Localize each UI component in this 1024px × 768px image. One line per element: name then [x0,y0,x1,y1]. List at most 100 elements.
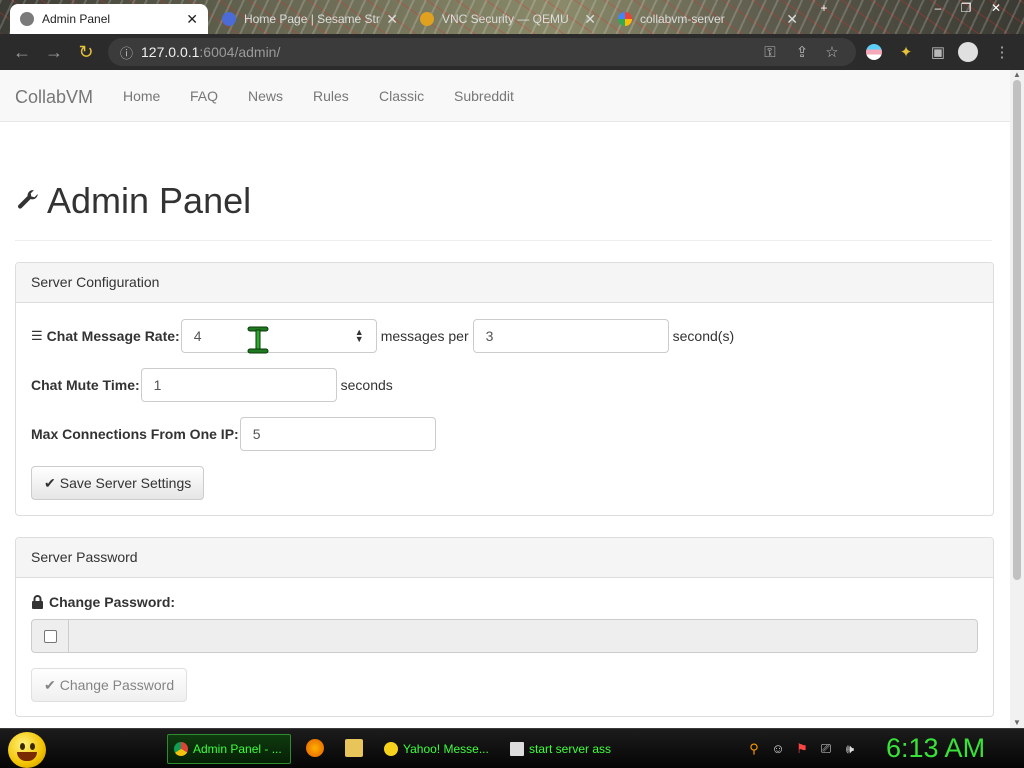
mute-suffix-label: seconds [340,377,393,393]
taskbar-item-start-server[interactable]: start server ass [504,734,628,764]
back-arrow-icon[interactable]: ← [6,36,38,68]
minimize-icon[interactable]: – [924,0,952,18]
extension-flag-icon[interactable] [864,42,884,62]
taskbar-item-yahoo-messenger[interactable]: Yahoo! Messe... [378,734,498,764]
mute-time-value: 1 [153,377,162,393]
chat-rate-row: ☰ Chat Message Rate: 4 ▲ ▼ messages per 3… [31,319,734,353]
nav-classic[interactable]: Classic [379,88,424,104]
console-window-icon [510,742,524,756]
taskbar-clock[interactable]: 6:13 AM [886,733,985,764]
mute-time-row: Chat Mute Time: 1 seconds [31,368,393,402]
volume-icon[interactable]: 🕪 [842,741,858,757]
tab-vnc-security[interactable]: VNC Security — QEMU ✕ [410,4,606,34]
checkmark-icon: ✔ [44,474,56,491]
sesame-favicon-icon [222,12,236,26]
max-connections-label: Max Connections From One IP: [31,426,239,442]
menu-dots-icon[interactable]: ⋮ [992,42,1012,62]
close-icon[interactable]: ✕ [380,11,398,28]
tab-title: VNC Security — QEMU [442,12,569,26]
folder-icon[interactable] [345,739,363,757]
site-brand[interactable]: CollabVM [15,87,93,108]
save-server-settings-button[interactable]: ✔ Save Server Settings [31,466,205,500]
yahoo-messenger-icon [384,742,398,756]
enable-password-checkbox[interactable] [43,629,57,643]
tab-title: collabvm-server [640,12,725,26]
close-icon[interactable]: ✕ [578,11,596,28]
chat-rate-input[interactable]: 4 ▲ ▼ [180,319,377,353]
url-host: 127.0.0.1 [141,44,200,60]
list-icon: ☰ [31,328,43,343]
nav-faq[interactable]: FAQ [190,88,218,104]
google-icon [618,12,632,26]
key-icon[interactable]: ⚿ [760,42,780,62]
new-tab-button[interactable]: + [810,0,838,18]
taskbar: Admin Panel - ... Yahoo! Messe... start … [0,728,1024,768]
seconds-suffix-label: second(s) [672,328,735,344]
url-path: :6004/admin/ [199,44,281,60]
nav-news[interactable]: News [248,88,283,104]
network-icon[interactable]: ⎚ [818,741,834,757]
change-password-button[interactable]: ✔ Change Password [31,668,188,702]
panel-heading: Server Configuration [16,263,993,303]
page-heading: Admin Panel [15,180,251,222]
forward-arrow-icon[interactable]: → [38,36,70,68]
change-password-label: Change Password: [49,594,176,610]
nav-subreddit[interactable]: Subreddit [454,88,514,104]
lock-icon [32,595,43,609]
divider [15,240,992,241]
profile-avatar-icon[interactable] [958,42,978,62]
reload-icon[interactable]: ↻ [70,36,102,68]
chat-rate-label: Chat Message Rate: [46,328,180,344]
messages-per-label: messages per [380,328,469,344]
password-field[interactable] [69,619,978,653]
start-smiley-icon[interactable] [8,732,46,768]
smiley-eye [30,743,35,750]
nav-rules[interactable]: Rules [313,88,349,104]
info-icon[interactable]: ⓘ [120,43,133,62]
tab-collabvm-server[interactable]: collabvm-server ✕ [608,4,808,34]
password-input-group [31,619,978,653]
bookmark-star-icon[interactable]: ☆ [822,42,842,62]
text-cursor-icon [247,326,269,354]
tab-admin-panel[interactable]: Admin Panel ✕ [10,4,208,34]
restore-icon[interactable]: ❐ [952,0,980,18]
server-config-panel: Server Configuration ☰ Chat Message Rate… [15,262,994,516]
taskbar-item-label: Yahoo! Messe... [403,742,489,756]
window-close-icon[interactable]: ✕ [982,0,1010,18]
taskbar-item-admin-panel[interactable]: Admin Panel - ... [167,734,291,764]
address-bar[interactable]: ⓘ 127.0.0.1:6004/admin/ ⚿ ⇪ ☆ [108,38,856,66]
scroll-down-icon[interactable]: ▼ [1010,718,1024,728]
chat-rate-value: 4 [193,328,202,344]
extensions-puzzle-icon[interactable]: ✦ [896,42,916,62]
number-spinner-icon[interactable]: ▲ ▼ [355,328,364,344]
close-icon[interactable]: ✕ [180,11,198,28]
mute-time-label: Chat Mute Time: [31,377,140,393]
scroll-up-icon[interactable]: ▲ [1010,70,1024,80]
close-icon[interactable]: ✕ [780,11,798,28]
taskbar-item-label: start server ass [529,742,612,756]
site-navbar: CollabVM Home FAQ News Rules Classic Sub… [0,70,1010,122]
change-password-button-label: Change Password [59,677,175,693]
side-panel-icon[interactable]: ▣ [928,42,948,62]
firefox-icon[interactable] [306,739,324,757]
messenger-tray-icon[interactable]: ☺ [770,741,786,757]
share-icon[interactable]: ⇪ [792,42,812,62]
smiley-eye [20,743,25,750]
tab-sesame-street[interactable]: Home Page | Sesame Str ✕ [212,4,408,34]
scrollbar-thumb[interactable] [1013,80,1021,580]
page-scrollbar[interactable]: ▲ ▼ [1010,70,1024,728]
mute-time-input[interactable]: 1 [140,368,337,402]
chat-rate-seconds-input[interactable]: 3 [472,319,669,353]
panel-heading: Server Password [16,538,993,578]
action-center-flag-icon[interactable]: ⚑ [794,741,810,757]
browser-tab-strip: Admin Panel ✕ Home Page | Sesame Str ✕ V… [0,0,1024,34]
qemu-favicon-icon [420,12,434,26]
max-connections-input[interactable]: 5 [239,417,436,451]
max-connections-value: 5 [252,426,261,442]
taskbar-item-label: Admin Panel - ... [193,742,282,756]
change-password-row: Change Password: [31,594,175,610]
smiley-mouth [17,752,37,761]
nav-home[interactable]: Home [123,88,160,104]
search-icon[interactable]: ⚲ [746,741,762,757]
tab-title: Admin Panel [42,12,111,26]
